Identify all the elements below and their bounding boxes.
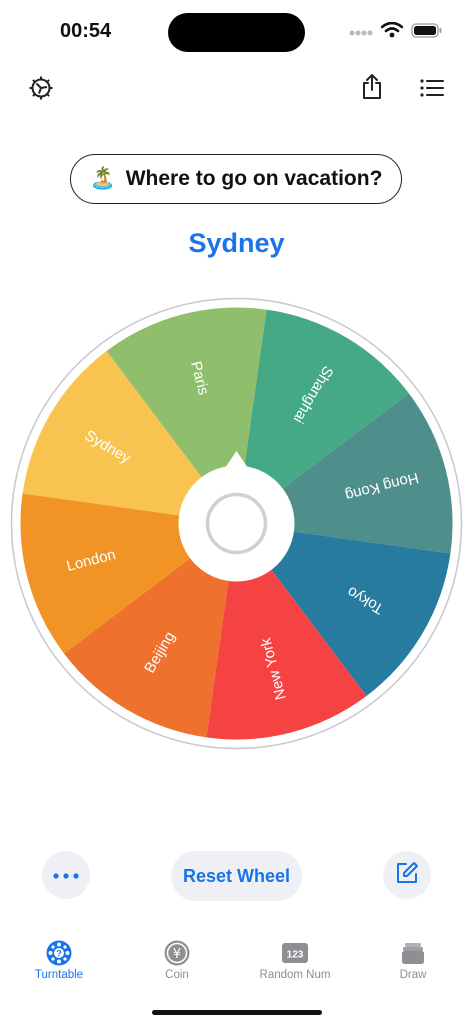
settings-button[interactable] [24, 73, 58, 107]
share-icon [360, 73, 384, 106]
random-number-icon: 123 [240, 937, 350, 969]
result-label: Sydney [188, 228, 285, 258]
edit-icon [394, 860, 420, 891]
more-button[interactable] [42, 851, 90, 899]
tab-label: Random Num [259, 969, 331, 981]
svg-text:123: 123 [287, 950, 304, 961]
tab-random-num[interactable]: 123 Random Num [240, 937, 350, 981]
tab-label: Turntable [34, 969, 84, 981]
tab-draw[interactable]: Draw [358, 937, 468, 981]
gear-icon [27, 74, 55, 107]
question-text: Where to go on vacation? [125, 167, 383, 190]
tab-label: Draw [399, 969, 427, 981]
dynamic-island [168, 13, 305, 52]
turntable-icon: ? [4, 937, 114, 969]
battery-icon [411, 22, 443, 43]
question-pill[interactable]: 🏝️ Where to go on vacation? [70, 154, 402, 204]
status-indicators [349, 21, 443, 43]
coin-icon: ¥ [122, 937, 232, 969]
more-icon [53, 866, 79, 884]
edit-button[interactable] [383, 851, 431, 899]
share-button[interactable] [355, 72, 389, 106]
reset-wheel-button[interactable]: Reset Wheel [171, 851, 302, 901]
tab-label: Coin [165, 969, 189, 981]
cellular-signal-icon [349, 24, 373, 42]
tab-turntable[interactable]: ? Turntable [4, 937, 114, 981]
list-icon [420, 78, 444, 103]
island-emoji-icon: 🏝️ [89, 167, 116, 190]
draw-icon [358, 937, 468, 969]
list-button[interactable] [415, 73, 449, 107]
svg-text:¥: ¥ [173, 947, 181, 962]
tab-bar: ? Turntable ¥ Coin 123 Random Num Draw [0, 937, 473, 997]
hub-disc [178, 465, 295, 582]
tab-coin[interactable]: ¥ Coin [122, 937, 232, 981]
svg-text:?: ? [56, 949, 62, 959]
spin-wheel[interactable]: SydneyParis ShanghaiHong KongTokyoNew Yor… [10, 297, 463, 750]
wifi-icon [380, 21, 404, 43]
home-indicator [152, 1010, 322, 1015]
status-time: 00:54 [60, 20, 112, 42]
